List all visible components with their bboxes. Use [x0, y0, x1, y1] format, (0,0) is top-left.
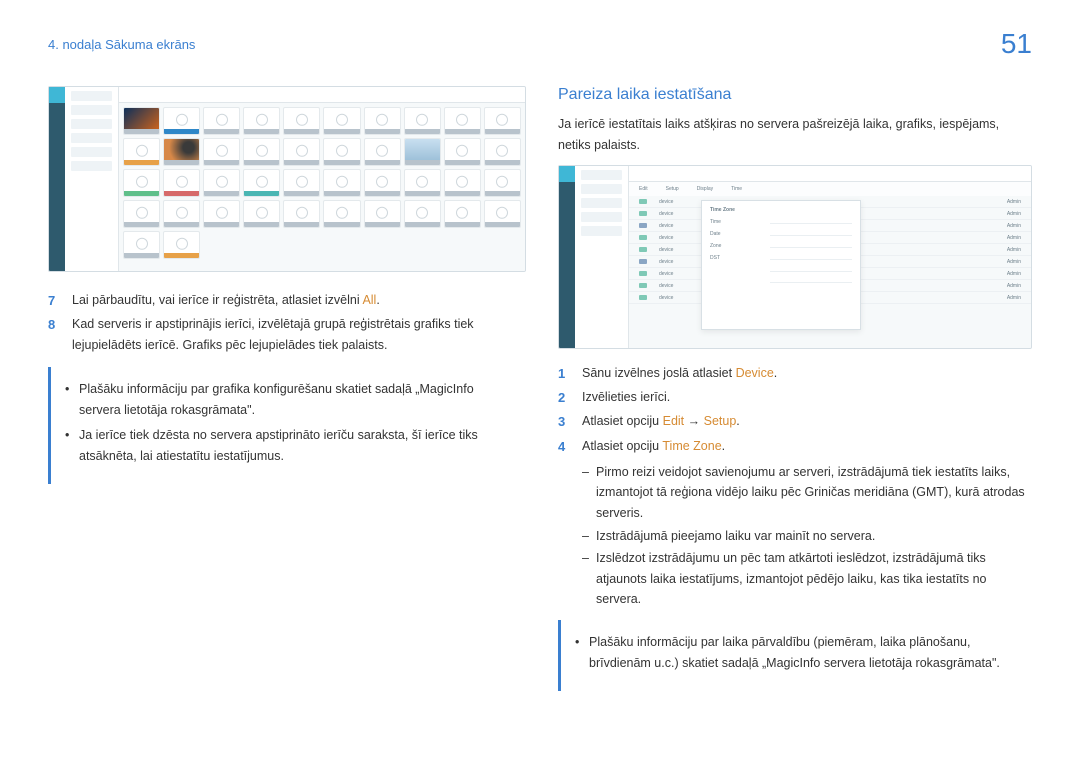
right-column: Pareiza laika iestatīšana Ja ierīcē iest…	[558, 86, 1032, 691]
left-steps-list: 7 Lai pārbaudītu, vai ierīce ir reģistrē…	[48, 290, 526, 357]
info-item: Ja ierīce tiek dzēsta no servera apstipr…	[65, 425, 512, 468]
step-text-post: .	[722, 439, 725, 453]
step-2: 2 Izvēlieties ierīci.	[558, 387, 1032, 409]
step-number: 2	[558, 387, 572, 409]
section-intro: Ja ierīcē iestatītais laiks atšķiras no …	[558, 114, 1032, 155]
step-text-post: .	[376, 293, 379, 307]
sub-notes-list: Pirmo reizi veidojot savienojumu ar serv…	[582, 462, 1032, 610]
sub-note: Izstrādājumā pieejamo laiku var mainīt n…	[582, 526, 1032, 547]
arrow-icon: →	[684, 414, 703, 428]
chapter-title: 4. nodaļa Sākuma ekrāns	[48, 37, 195, 52]
step-text-pre: Lai pārbaudītu, vai ierīce ir reģistrēta…	[72, 293, 362, 307]
step-keyword: Time Zone	[662, 439, 721, 453]
step-text-pre: Atlasiet opciju	[582, 439, 662, 453]
device-setup-screenshot: EditSetupDisplayTime deviceAdmin deviceA…	[558, 165, 1032, 349]
step-keyword: Device	[736, 366, 774, 380]
section-title: Pareiza laika iestatīšana	[558, 86, 1032, 104]
step-text-pre: Sānu izvēlnes joslā atlasiet	[582, 366, 736, 380]
page-header: 4. nodaļa Sākuma ekrāns 51	[0, 0, 1080, 72]
left-column: 7 Lai pārbaudītu, vai ierīce ir reģistrē…	[48, 86, 526, 691]
step-3: 3 Atlasiet opciju Edit → Setup.	[558, 411, 1032, 433]
step-8: 8 Kad serveris ir apstiprinājis ierīci, …	[48, 314, 526, 357]
step-keyword: All	[362, 293, 376, 307]
device-grid-screenshot	[48, 86, 526, 272]
step-text: Izvēlieties ierīci.	[582, 387, 1032, 409]
step-number: 1	[558, 363, 572, 385]
step-text-post: .	[774, 366, 777, 380]
step-text-post: .	[736, 414, 739, 428]
step-keyword: Edit	[663, 414, 685, 428]
step-text: Kad serveris ir apstiprinājis ierīci, iz…	[72, 314, 526, 357]
page-number: 51	[1001, 28, 1032, 60]
step-number: 3	[558, 411, 572, 433]
step-number: 8	[48, 314, 62, 357]
right-steps-list: 1 Sānu izvēlnes joslā atlasiet Device. 2…	[558, 363, 1032, 457]
right-info-box: Plašāku informāciju par laika pārvaldību…	[558, 620, 1032, 691]
left-info-box: Plašāku informāciju par grafika konfigur…	[48, 367, 526, 484]
step-text-pre: Atlasiet opciju	[582, 414, 663, 428]
step-number: 7	[48, 290, 62, 312]
step-1: 1 Sānu izvēlnes joslā atlasiet Device.	[558, 363, 1032, 385]
sub-note: Pirmo reizi veidojot savienojumu ar serv…	[582, 462, 1032, 524]
step-7: 7 Lai pārbaudītu, vai ierīce ir reģistrē…	[48, 290, 526, 312]
step-number: 4	[558, 436, 572, 458]
info-item: Plašāku informāciju par laika pārvaldību…	[575, 632, 1018, 675]
sub-note: Izslēdzot izstrādājumu un pēc tam atkārt…	[582, 548, 1032, 610]
info-item: Plašāku informāciju par grafika konfigur…	[65, 379, 512, 422]
step-keyword: Setup	[704, 414, 737, 428]
step-4: 4 Atlasiet opciju Time Zone.	[558, 436, 1032, 458]
content-columns: 7 Lai pārbaudītu, vai ierīce ir reģistrē…	[0, 72, 1080, 691]
